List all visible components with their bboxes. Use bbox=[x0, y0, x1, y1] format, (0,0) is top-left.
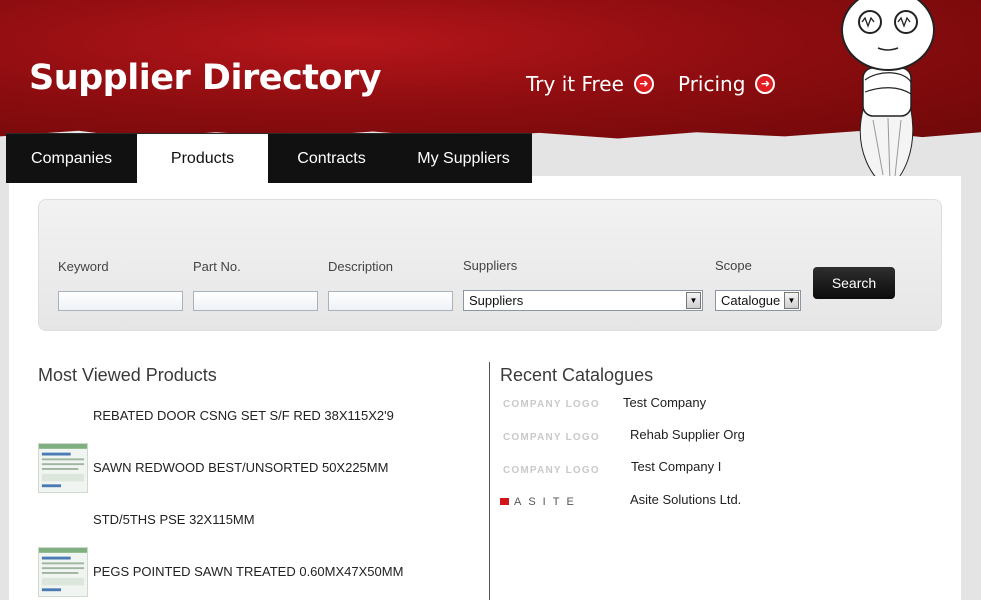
tab-my-suppliers[interactable]: My Suppliers bbox=[395, 133, 532, 183]
company-logo: COMPANY LOGO bbox=[503, 399, 600, 410]
list-item[interactable]: SAWN REDWOOD BEST/UNSORTED 50X225MM bbox=[38, 443, 478, 495]
most-viewed-title: Most Viewed Products bbox=[38, 365, 217, 385]
scope-label: Scope bbox=[715, 258, 752, 273]
keyword-label: Keyword bbox=[58, 259, 109, 274]
product-name[interactable]: REBATED DOOR CSNG SET S/F RED 38X115X2'9 bbox=[93, 408, 394, 423]
tab-products[interactable]: Products bbox=[137, 133, 268, 183]
part-no-input[interactable] bbox=[193, 291, 318, 311]
site-title[interactable]: Supplier Directory bbox=[29, 58, 382, 98]
pricing-link[interactable]: Pricing ➜ bbox=[678, 71, 776, 97]
list-item[interactable]: REBATED DOOR CSNG SET S/F RED 38X115X2'9 bbox=[38, 391, 478, 443]
catalogue-link[interactable]: Test Company bbox=[623, 395, 706, 410]
list-item[interactable]: STD/5THS PSE 32X115MM bbox=[38, 495, 478, 547]
tab-bar: Companies Products Contracts My Supplier… bbox=[6, 133, 532, 183]
asite-logo: ASITE bbox=[500, 496, 581, 508]
suppliers-label: Suppliers bbox=[463, 258, 518, 273]
asite-logo-text: ASITE bbox=[514, 496, 581, 508]
scope-select[interactable]: Catalogue ▼ bbox=[715, 290, 801, 311]
product-thumbnail[interactable] bbox=[38, 443, 88, 493]
scope-select-value: Catalogue bbox=[721, 293, 781, 308]
product-name[interactable]: SAWN REDWOOD BEST/UNSORTED 50X225MM bbox=[93, 460, 388, 475]
asite-mark-icon bbox=[500, 497, 509, 505]
list-item[interactable]: PEGS POINTED SAWN TREATED 0.60MX47X50MM bbox=[38, 547, 478, 599]
product-name[interactable]: STD/5THS PSE 32X115MM bbox=[93, 512, 255, 527]
recent-catalogues-title: Recent Catalogues bbox=[500, 365, 654, 385]
description-label: Description bbox=[328, 259, 394, 274]
tab-companies[interactable]: Companies bbox=[6, 133, 137, 183]
keyword-input[interactable] bbox=[58, 291, 183, 311]
arrow-right-icon: ➜ bbox=[755, 74, 776, 94]
pricing-label: Pricing bbox=[678, 72, 746, 96]
tab-contracts[interactable]: Contracts bbox=[268, 133, 395, 183]
catalogue-link[interactable]: Rehab Supplier Org bbox=[630, 427, 745, 442]
chevron-down-icon: ▼ bbox=[686, 292, 701, 309]
mascot-illustration bbox=[841, 0, 935, 189]
try-it-free-label: Try it Free bbox=[526, 72, 624, 96]
part-no-label: Part No. bbox=[193, 259, 241, 274]
try-it-free-link[interactable]: Try it Free ➜ bbox=[526, 71, 654, 97]
search-button[interactable]: Search bbox=[813, 267, 895, 299]
description-input[interactable] bbox=[328, 291, 453, 311]
company-logo: COMPANY LOGO bbox=[503, 465, 600, 476]
arrow-right-icon: ➜ bbox=[633, 74, 654, 94]
company-logo: COMPANY LOGO bbox=[503, 432, 600, 443]
product-thumbnail[interactable] bbox=[38, 547, 88, 597]
catalogue-link[interactable]: Test Company I bbox=[631, 459, 721, 474]
column-divider bbox=[489, 362, 490, 600]
chevron-down-icon: ▼ bbox=[784, 292, 799, 309]
product-name[interactable]: PEGS POINTED SAWN TREATED 0.60MX47X50MM bbox=[93, 564, 403, 579]
suppliers-select-value: Suppliers bbox=[469, 293, 524, 308]
catalogue-link[interactable]: Asite Solutions Ltd. bbox=[630, 492, 741, 507]
suppliers-select[interactable]: Suppliers ▼ bbox=[463, 290, 703, 311]
